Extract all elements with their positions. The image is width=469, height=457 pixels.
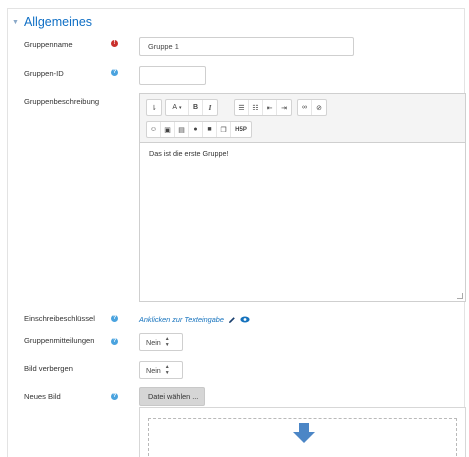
resize-handle-icon[interactable]: [457, 293, 463, 299]
video-camera-icon[interactable]: ■: [203, 122, 217, 137]
upload-arrow-icon: [293, 423, 315, 443]
unordered-list-icon[interactable]: ☰: [235, 100, 249, 115]
editor-content[interactable]: Das ist die erste Gruppe!: [149, 149, 229, 158]
help-icon[interactable]: ?: [111, 338, 118, 345]
italic-button[interactable]: I: [203, 100, 217, 115]
enrolment-key-label: Einschreibeschlüssel: [24, 314, 95, 323]
bold-button[interactable]: B: [189, 100, 203, 115]
enrolment-key-toggle[interactable]: Anklicken zur Texteingabe: [139, 315, 250, 324]
group-id-input[interactable]: [139, 66, 206, 85]
toolbar-group-collapse: ⇂: [146, 99, 162, 116]
eye-icon[interactable]: [240, 316, 250, 323]
editor-toolbar: ⇂ A ▾ B I ☰ ☷ ⇤ ⇥ ∞ ⊘ ☺ ▣ ▤ ● ■ ❐ H5P: [140, 94, 465, 143]
image-icon[interactable]: ▣: [161, 122, 175, 137]
enrolment-key-link[interactable]: Anklicken zur Texteingabe: [139, 315, 224, 324]
collapse-caret-icon[interactable]: ▼: [12, 19, 19, 26]
group-messaging-label: Gruppenmitteilungen: [24, 336, 95, 345]
toolbar-collapse-icon[interactable]: ⇂: [147, 100, 161, 115]
group-description-label: Gruppenbeschreibung: [24, 97, 100, 106]
hide-picture-value: Nein: [146, 365, 161, 375]
emoticon-icon[interactable]: ☺: [147, 122, 161, 137]
group-name-input[interactable]: Gruppe 1: [139, 37, 354, 56]
microphone-icon[interactable]: ●: [189, 122, 203, 137]
group-messaging-select[interactable]: Nein ▲ ▼: [139, 333, 183, 351]
media-icon[interactable]: ▤: [175, 122, 189, 137]
hide-picture-select[interactable]: Nein ▲ ▼: [139, 361, 183, 379]
outdent-icon[interactable]: ⇤: [263, 100, 277, 115]
description-editor[interactable]: ⇂ A ▾ B I ☰ ☷ ⇤ ⇥ ∞ ⊘ ☺ ▣ ▤ ● ■ ❐ H5P Da…: [139, 93, 466, 302]
group-name-label: Gruppenname: [24, 40, 73, 49]
link-icon[interactable]: ∞: [298, 100, 312, 115]
choose-file-button[interactable]: Datei wählen ...: [139, 387, 205, 406]
indent-icon[interactable]: ⇥: [277, 100, 291, 115]
select-arrows-icon: ▲ ▼: [164, 364, 170, 376]
toolbar-group-lists: ☰ ☷ ⇤ ⇥: [234, 99, 292, 116]
help-icon[interactable]: ?: [111, 393, 118, 400]
unlink-icon[interactable]: ⊘: [312, 100, 326, 115]
ordered-list-icon[interactable]: ☷: [249, 100, 263, 115]
group-id-label: Gruppen-ID: [24, 69, 64, 78]
h5p-icon[interactable]: H5P: [231, 122, 251, 137]
toolbar-group-links: ∞ ⊘: [297, 99, 327, 116]
section-title: Allgemeines: [23, 15, 93, 29]
select-arrows-icon: ▲ ▼: [164, 336, 170, 348]
required-icon: !: [111, 40, 118, 47]
new-picture-label: Neues Bild: [24, 392, 61, 401]
section-header-allgemeines[interactable]: ▼ Allgemeines: [12, 14, 92, 30]
chevron-down-icon: ▾: [179, 104, 182, 111]
font-style-label: A: [172, 104, 178, 111]
toolbar-group-style: A ▾ B I: [165, 99, 218, 116]
font-style-button[interactable]: A ▾: [166, 100, 189, 115]
file-dropzone[interactable]: [139, 407, 466, 457]
manage-files-icon[interactable]: ❐: [217, 122, 231, 137]
toolbar-group-media: ☺ ▣ ▤ ● ■ ❐ H5P: [146, 121, 252, 138]
help-icon[interactable]: ?: [111, 69, 118, 76]
hide-picture-label: Bild verbergen: [24, 364, 73, 373]
help-icon[interactable]: ?: [111, 315, 118, 322]
pencil-icon[interactable]: [228, 316, 236, 324]
group-messaging-value: Nein: [146, 337, 161, 347]
